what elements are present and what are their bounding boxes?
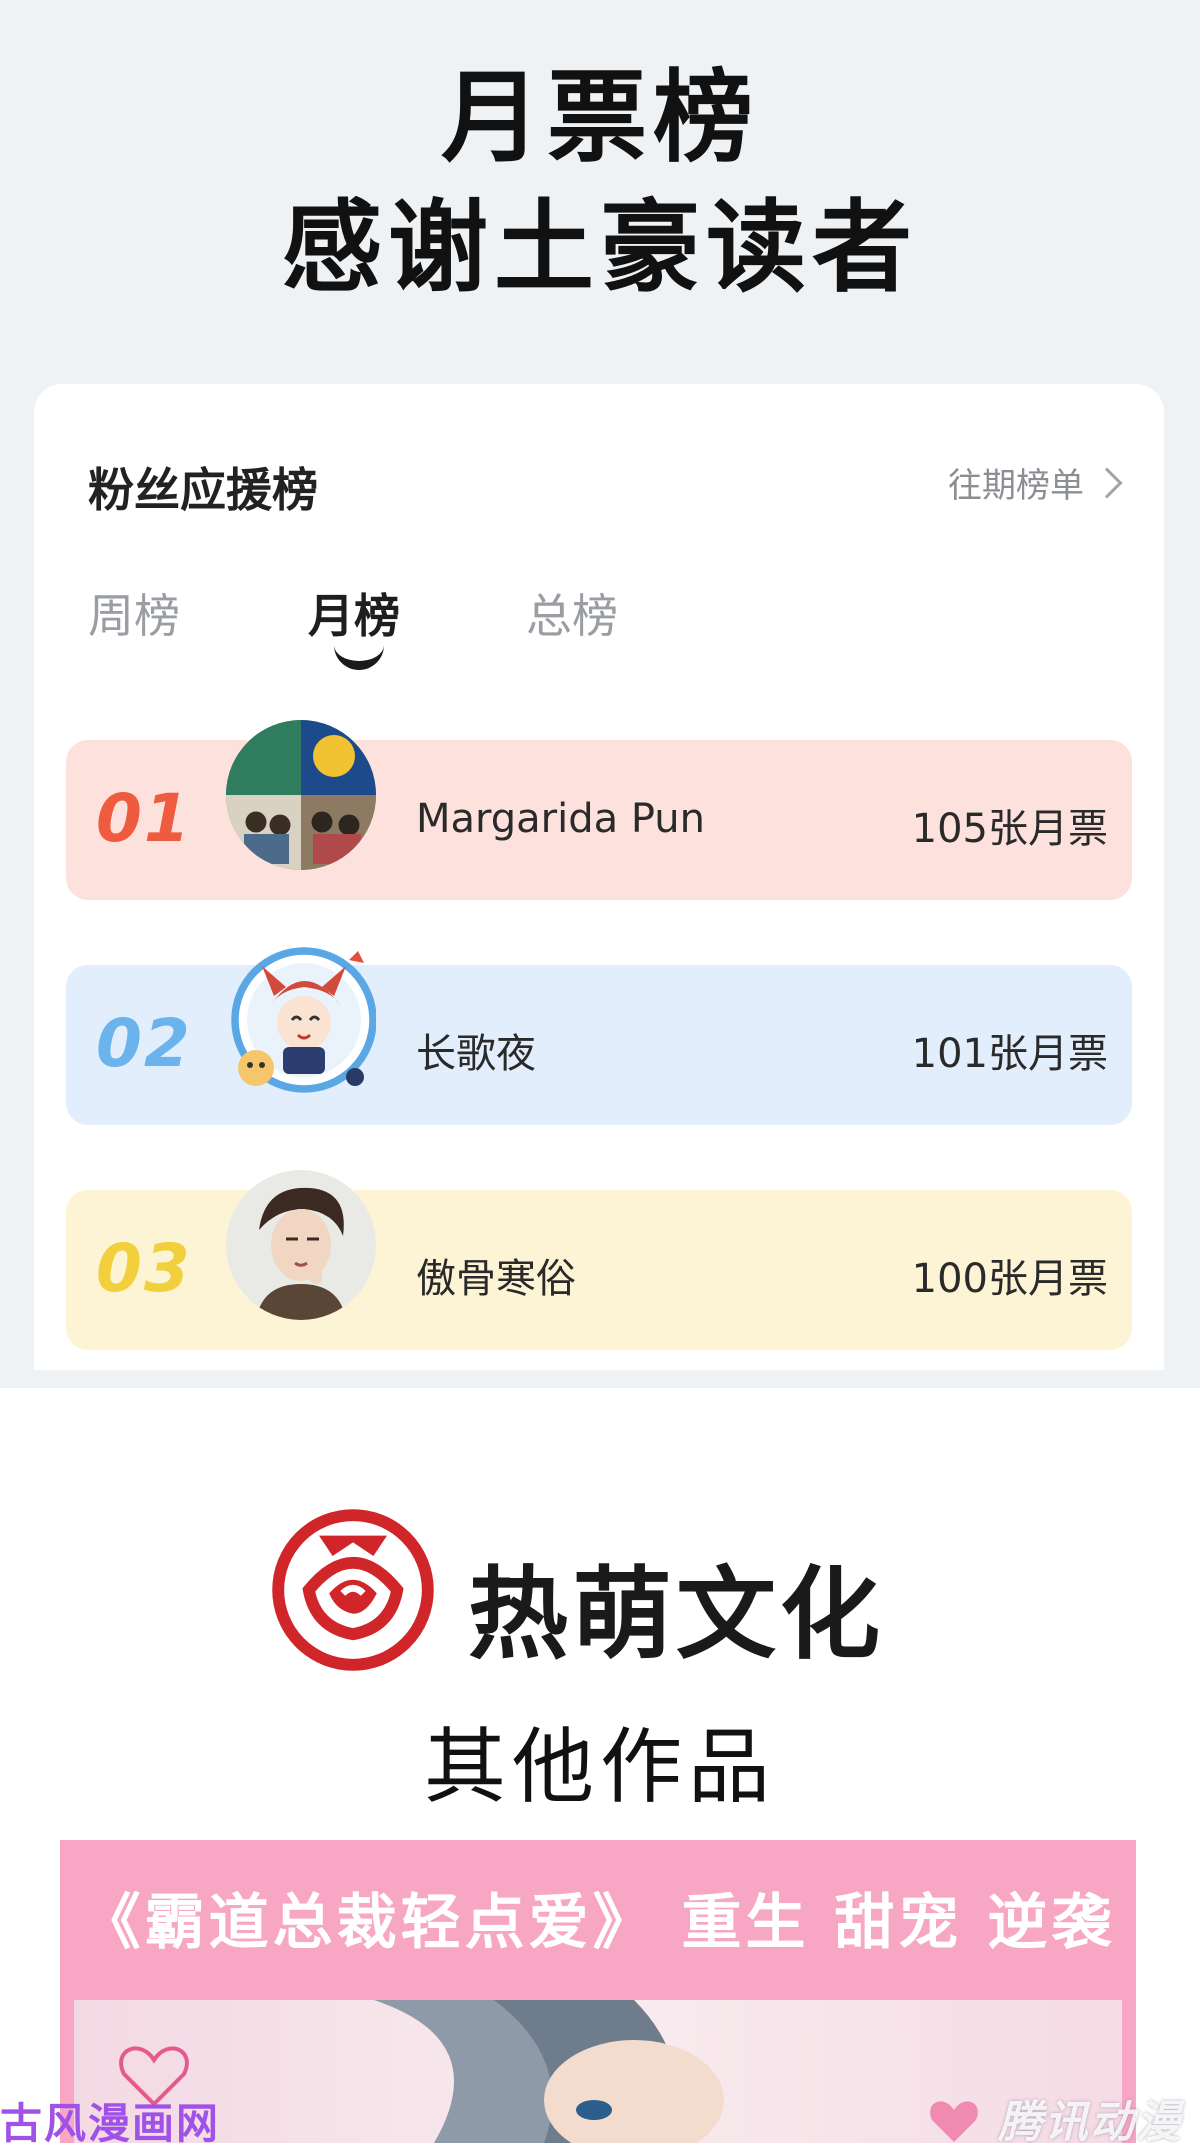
rank-row[interactable]: 01 Margarida Pun 105张月票 (66, 720, 1132, 900)
fan-name: Margarida Pun (416, 796, 705, 842)
headline-title: 月票榜 (441, 59, 759, 176)
fan-support-card: 粉丝应援榜 往期榜单 周榜 月榜 总榜 01 Margarida Pun 105… (34, 384, 1164, 1370)
brand-block: 热萌文化 (268, 1505, 880, 1675)
avatar-collage-image (226, 720, 376, 870)
history-list-link[interactable]: 往期榜单 (948, 458, 1123, 507)
chevron-right-icon (1091, 466, 1123, 499)
history-link-label: 往期榜单 (948, 466, 1084, 506)
avatar[interactable] (226, 1170, 376, 1320)
top-section: 月票榜 感谢土豪读者 粉丝应援榜 往期榜单 周榜 月榜 总榜 01 Margar… (0, 0, 1200, 1388)
ticket-count: 100张月票 (911, 1256, 1108, 1302)
rank-row[interactable]: 02 长歌夜 101张月票 (66, 947, 1132, 1125)
active-tab-indicator (334, 644, 384, 670)
avatar[interactable] (226, 945, 376, 1095)
rank-number: 03 (96, 1230, 192, 1307)
card-title: 粉丝应援榜 (88, 463, 318, 517)
watermark-left: 古风漫画网 (0, 2099, 221, 2143)
promo-banner[interactable]: 《霸道总裁轻点爱》 重生 甜宠 逆袭 (60, 1840, 1136, 2143)
tab-total[interactable]: 总榜 (526, 580, 618, 646)
rose-logo-icon (272, 1509, 434, 1671)
rank-number: 01 (96, 780, 192, 857)
avatar[interactable] (226, 720, 376, 870)
brand-name: 热萌文化 (468, 1556, 884, 1673)
rank-row[interactable]: 03 傲骨寒俗 100张月票 (66, 1170, 1132, 1350)
ticket-count: 105张月票 (911, 806, 1108, 852)
fan-name: 傲骨寒俗 (416, 1256, 576, 1302)
ticket-count: 101张月票 (911, 1031, 1108, 1077)
headline-subtitle: 感谢土豪读者 (282, 189, 918, 306)
tab-monthly[interactable]: 月榜 (308, 580, 400, 646)
rank-number: 02 (96, 1005, 192, 1082)
promo-title: 《霸道总裁轻点爱》 重生 甜宠 逆袭 (80, 1888, 1116, 1958)
other-works-heading: 其他作品 (423, 1720, 776, 1815)
watermark-right: 腾讯动漫 (998, 2097, 1182, 2143)
promo-cover-image (74, 2000, 1122, 2143)
avatar-portrait-image (226, 1170, 376, 1320)
avatar-chibi-image (231, 947, 376, 1093)
fan-name: 长歌夜 (416, 1031, 536, 1077)
tab-weekly[interactable]: 周榜 (88, 580, 180, 646)
